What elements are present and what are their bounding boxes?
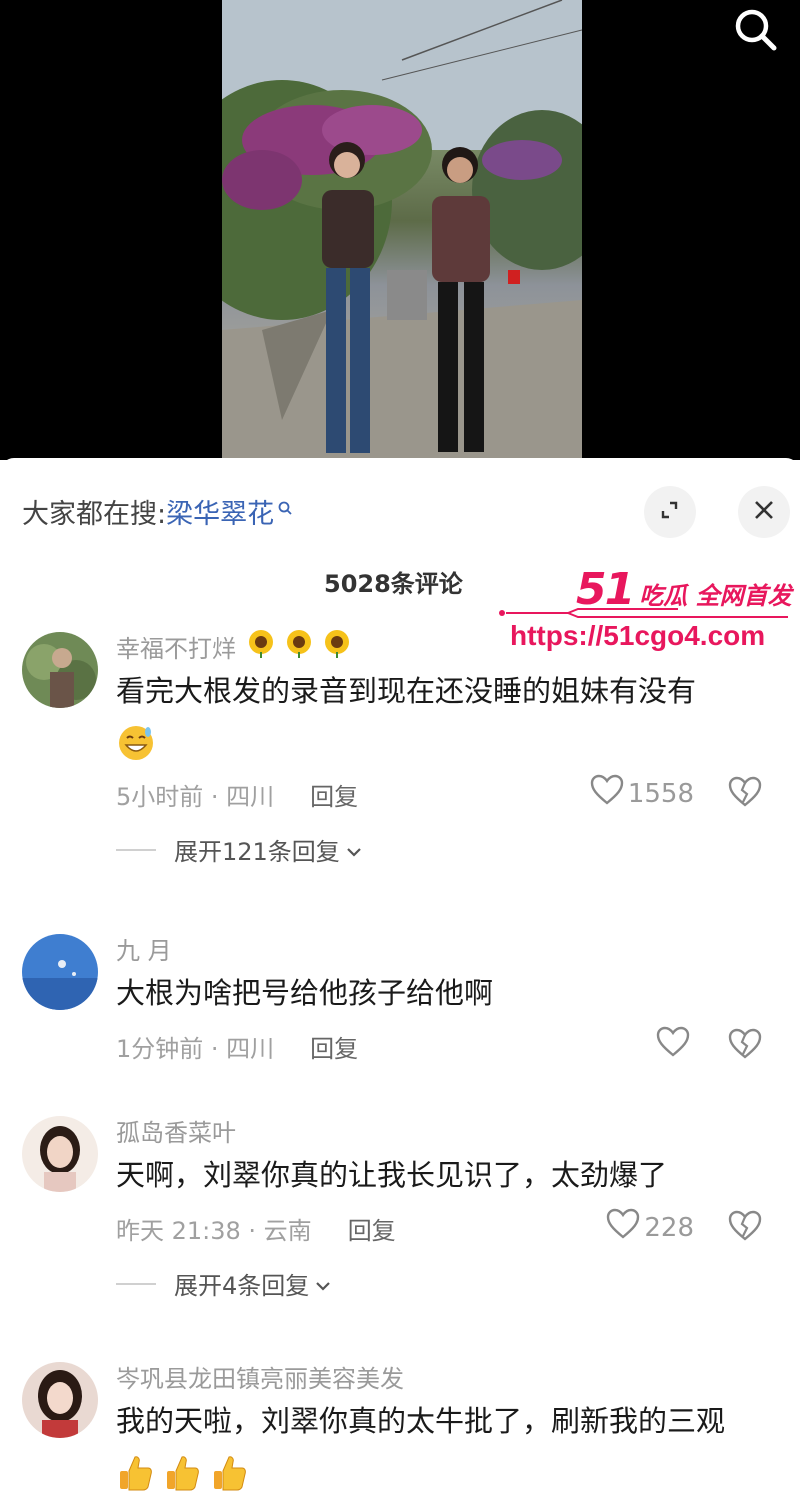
username-emoji-row <box>246 628 352 664</box>
comment-text-content: 我的天啦，刘翠你真的太牛批了，刷新我的三观 <box>116 1404 726 1438</box>
like-button[interactable]: 1558 <box>590 774 694 813</box>
reply-button[interactable]: 回复 <box>310 1029 358 1064</box>
comment-time-location: 1分钟前 · 四川 <box>116 1034 275 1063</box>
comment-username-row: 九 月 <box>116 931 780 966</box>
thumbs-up-icon <box>163 1454 201 1491</box>
comment-body: 幸福不打烊 看完大根发的录音到现在还没睡的姐妹有没有 5小时前 · 四川 回复 <box>116 630 780 867</box>
like-count: 1558 <box>627 778 694 809</box>
comment-meta: 昨天 21:38 · 云南 回复 228 <box>116 1208 780 1248</box>
divider <box>116 1282 156 1285</box>
hot-search-bar[interactable]: 大家都在搜: 梁华翠花 <box>22 492 292 531</box>
broken-heart-icon <box>728 1028 762 1066</box>
comment-username[interactable]: 孤岛香菜叶 <box>116 1113 236 1148</box>
expand-button[interactable] <box>644 486 696 538</box>
heart-icon <box>656 1026 690 1065</box>
like-button[interactable] <box>656 1026 694 1065</box>
heart-icon <box>590 774 624 813</box>
thumbs-up-icon <box>116 1454 154 1491</box>
comment-body: 岑巩县龙田镇亮丽美容美发 我的天啦，刘翠你真的太牛批了，刷新我的三观 <box>116 1360 780 1495</box>
dislike-button[interactable] <box>728 776 762 814</box>
search-button[interactable] <box>728 6 784 58</box>
comment-body: 九 月 大根为啥把号给他孩子给他啊 1分钟前 · 四川 回复 <box>116 932 780 1066</box>
comment-username[interactable]: 幸福不打烊 <box>116 629 236 664</box>
comment-meta: 1分钟前 · 四川 回复 <box>116 1026 780 1066</box>
comment-text-content: 大根为啥把号给他孩子给他啊 <box>116 976 494 1010</box>
divider <box>116 848 156 851</box>
reply-button[interactable]: 回复 <box>348 1211 396 1246</box>
like-button[interactable]: 228 <box>606 1208 694 1247</box>
comment-meta: 5小时前 · 四川 回复 1558 <box>116 774 780 814</box>
comment-body: 孤岛香菜叶 天啊，刘翠你真的让我长见识了，太劲爆了 昨天 21:38 · 云南 … <box>116 1114 780 1301</box>
comment-text-content: 看完大根发的录音到现在还没睡的姐妹有没有 <box>116 674 697 708</box>
chevron-down-icon <box>315 1270 331 1298</box>
sunflower-icon <box>246 628 276 664</box>
comment-text-content: 天啊，刘翠你真的让我长见识了，太劲爆了 <box>116 1158 668 1192</box>
close-icon <box>753 499 775 525</box>
comment-time-location: 昨天 21:38 · 云南 <box>116 1216 312 1245</box>
expand-icon <box>659 499 681 525</box>
sunflower-icon <box>284 628 314 664</box>
video-frame[interactable] <box>222 0 582 460</box>
comment-username-row: 孤岛香菜叶 <box>116 1113 780 1148</box>
hot-search-prefix: 大家都在搜: <box>22 499 167 530</box>
avatar[interactable] <box>22 1116 98 1192</box>
chevron-down-icon <box>346 836 362 864</box>
expand-replies-button[interactable]: 展开121条回复 <box>116 832 780 867</box>
heart-icon <box>606 1208 640 1247</box>
sunflower-icon <box>322 628 352 664</box>
avatar[interactable] <box>22 1362 98 1438</box>
close-button[interactable] <box>738 486 790 538</box>
watermark-line <box>499 608 788 618</box>
hot-search-keyword[interactable]: 梁华翠花 <box>166 492 274 531</box>
comment-text[interactable]: 看完大根发的录音到现在还没睡的姐妹有没有 <box>116 666 780 766</box>
reply-button[interactable]: 回复 <box>310 777 358 812</box>
broken-heart-icon <box>728 1210 762 1248</box>
comment-count: 5028条评论 <box>324 570 463 598</box>
expand-replies-label: 展开4条回复 <box>174 1272 310 1300</box>
comment-username-row: 幸福不打烊 <box>116 628 780 664</box>
watermark-brand-text: 吃瓜 全网首发 <box>639 582 792 610</box>
comment-sheet: 大家都在搜: 梁华翠花 5028条评论 51 吃瓜 全网首发 https://5… <box>0 458 800 1495</box>
comment-text[interactable]: 我的天啦，刘翠你真的太牛批了，刷新我的三观 <box>116 1396 780 1495</box>
search-small-icon <box>278 491 292 522</box>
comment-username[interactable]: 岑巩县龙田镇亮丽美容美发 <box>116 1359 404 1394</box>
dislike-button[interactable] <box>728 1028 762 1066</box>
dislike-button[interactable] <box>728 1210 762 1248</box>
comment-username[interactable]: 九 月 <box>116 931 172 966</box>
avatar[interactable] <box>22 632 98 708</box>
comment-username-row: 岑巩县龙田镇亮丽美容美发 <box>116 1359 780 1394</box>
grin-sweat-icon <box>116 724 156 760</box>
like-count: 228 <box>644 1212 694 1243</box>
expand-replies-button[interactable]: 展开4条回复 <box>116 1266 780 1301</box>
comment-text[interactable]: 天啊，刘翠你真的让我长见识了，太劲爆了 <box>116 1150 780 1200</box>
expand-replies-label: 展开121条回复 <box>174 838 340 866</box>
broken-heart-icon <box>728 776 762 814</box>
avatar[interactable] <box>22 934 98 1010</box>
video-scene-image <box>222 0 582 460</box>
comment-time-location: 5小时前 · 四川 <box>116 782 275 811</box>
thumbs-up-icon <box>210 1454 248 1491</box>
search-icon <box>732 6 780 58</box>
video-player[interactable] <box>0 0 800 460</box>
comment-text[interactable]: 大根为啥把号给他孩子给他啊 <box>116 968 780 1018</box>
